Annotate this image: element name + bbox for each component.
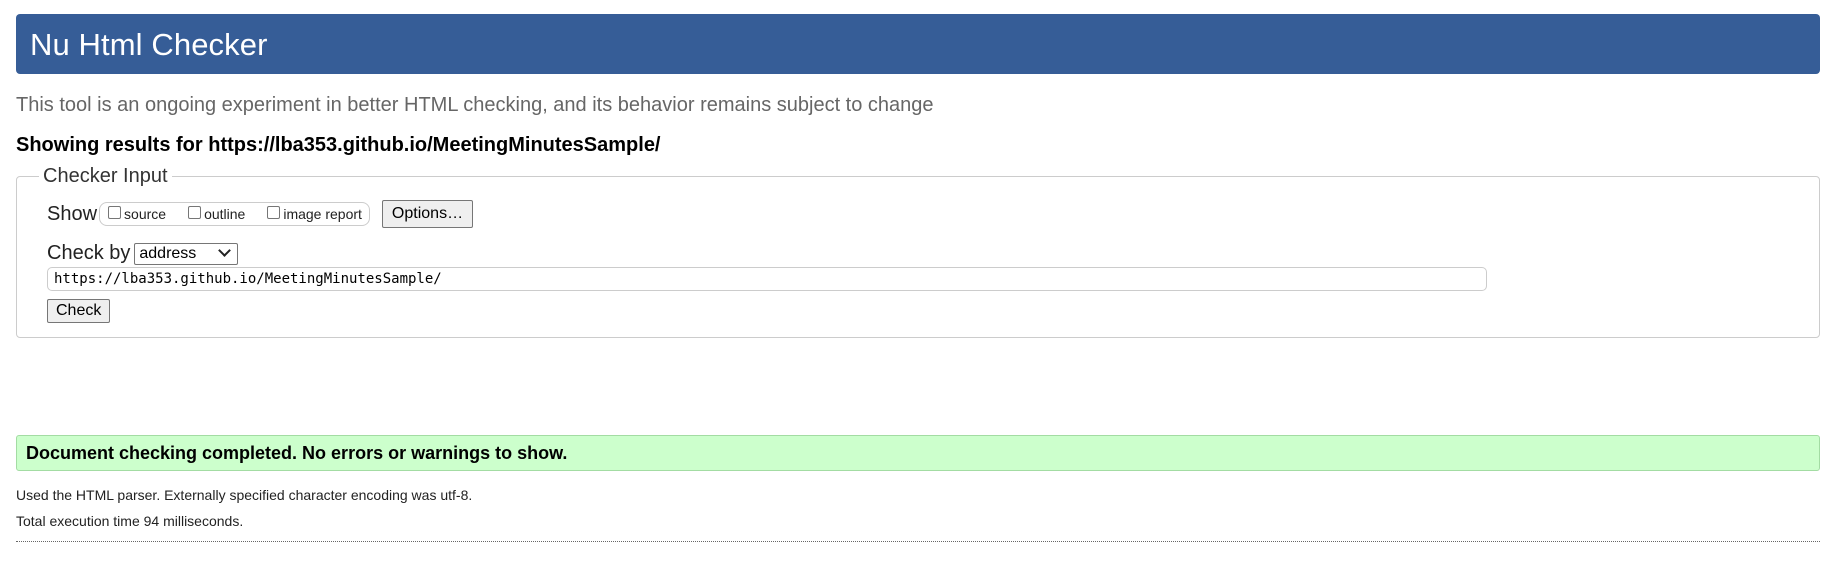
checker-input-fieldset: Checker Input Show source outline image … bbox=[16, 165, 1820, 338]
url-input[interactable]: https://lba353.github.io/MeetingMinutesS… bbox=[47, 267, 1487, 291]
image-report-checkbox-label[interactable]: image report bbox=[283, 206, 362, 222]
page-title: Nu Html Checker bbox=[30, 26, 268, 62]
source-checkbox-label[interactable]: source bbox=[124, 206, 166, 222]
options-button[interactable]: Options… bbox=[381, 200, 474, 228]
success-message: Document checking completed. No errors o… bbox=[26, 442, 568, 463]
show-outline-option[interactable]: outline bbox=[186, 205, 265, 222]
header-bar: Nu Html Checker bbox=[16, 14, 1820, 74]
check-button[interactable]: Check bbox=[47, 299, 111, 323]
execution-time: Total execution time 94 milliseconds. bbox=[16, 513, 244, 529]
tagline: This tool is an ongoing experiment in be… bbox=[16, 94, 934, 116]
outline-checkbox[interactable] bbox=[188, 205, 202, 219]
check-by-row: Check by address bbox=[47, 242, 1791, 265]
parser-info: Used the HTML parser. Externally specifi… bbox=[16, 487, 473, 503]
success-message-box: Document checking completed. No errors o… bbox=[16, 435, 1820, 471]
source-checkbox[interactable] bbox=[108, 205, 122, 219]
page-container: Nu Html Checker This tool is an ongoing … bbox=[16, 14, 1820, 542]
outline-checkbox-label[interactable]: outline bbox=[204, 206, 245, 222]
check-by-selected-value: address bbox=[139, 244, 197, 262]
url-input-value: https://lba353.github.io/MeetingMinutesS… bbox=[54, 271, 442, 287]
show-image-report-option[interactable]: image report bbox=[265, 205, 362, 222]
show-options-group: source outline image report bbox=[99, 202, 370, 226]
check-by-label: Check by bbox=[47, 242, 131, 264]
result-details: Used the HTML parser. Externally specifi… bbox=[16, 482, 472, 534]
check-by-select[interactable]: address bbox=[134, 242, 239, 265]
chevron-down-icon bbox=[218, 244, 232, 257]
dotted-divider bbox=[16, 541, 1820, 542]
image-report-checkbox[interactable] bbox=[267, 205, 281, 219]
show-label: Show bbox=[47, 202, 98, 225]
results-heading: Showing results for https://lba353.githu… bbox=[16, 134, 661, 156]
show-source-option[interactable]: source bbox=[106, 205, 186, 222]
checker-input-legend: Checker Input bbox=[43, 165, 168, 187]
show-row: Show source outline image report Options… bbox=[47, 200, 1791, 228]
